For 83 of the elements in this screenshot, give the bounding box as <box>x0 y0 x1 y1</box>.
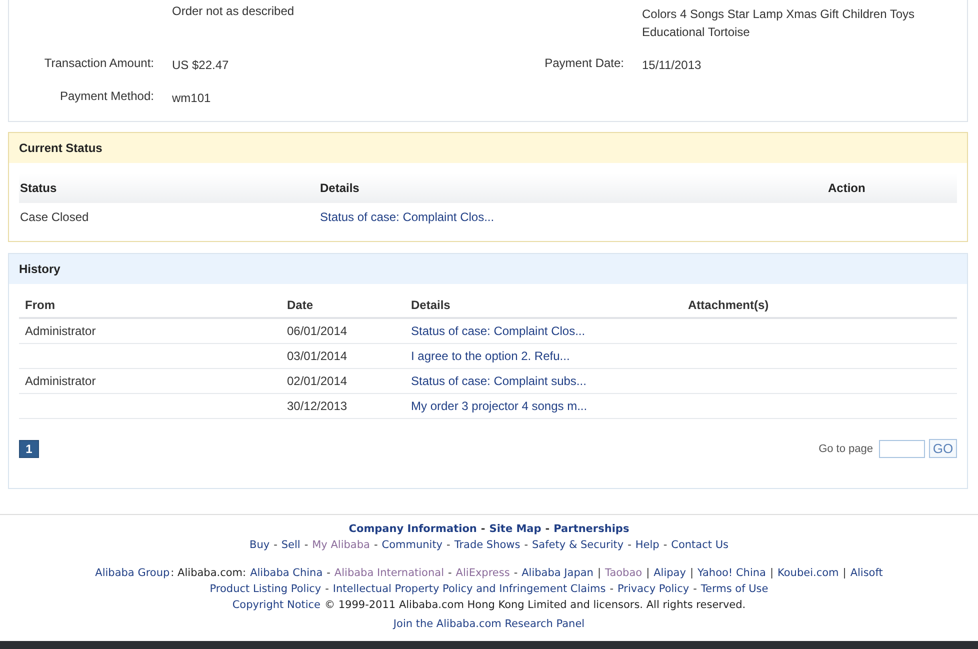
column-header: From <box>24 298 56 312</box>
footer-text: © 1999-2011 Alibaba.com Hong Kong Limited and licensors. All rights reserved. <box>324 598 746 613</box>
details-link[interactable]: Status of case: Complaint Clos... <box>320 210 828 224</box>
footer-link[interactable]: Alibaba Group <box>95 565 170 581</box>
field-value: Colors 4 Songs Star Lamp Xmas Gift Children Toys <box>642 6 915 23</box>
panel-title: History <box>19 262 60 276</box>
separator: | <box>597 566 602 581</box>
separator: - <box>514 566 518 581</box>
field-value: Educational Tortoise <box>642 24 751 41</box>
separator: - <box>326 566 330 581</box>
separator: | <box>842 566 846 581</box>
details-link[interactable]: Status of case: Complaint Clos... <box>411 324 586 338</box>
column-header: Attachment(s) <box>688 298 769 312</box>
footer-link[interactable]: Privacy Policy <box>618 581 690 597</box>
footer-link[interactable]: Alibaba International <box>334 565 444 581</box>
separator: | <box>646 566 650 581</box>
footer-link[interactable]: Trade Shows <box>454 537 520 553</box>
footer-link[interactable]: Taobao <box>605 565 642 581</box>
separator: - <box>610 582 614 597</box>
footer-link[interactable]: Safety & Security <box>532 537 624 553</box>
table-cell-text: 03/01/2014 <box>287 349 348 363</box>
go-button[interactable]: GO <box>929 439 957 458</box>
separator: | <box>770 566 774 581</box>
footer-link[interactable]: Buy <box>249 537 270 553</box>
table-cell: Administrator <box>25 324 96 338</box>
separator: - <box>446 538 450 553</box>
column-header: Details <box>411 298 452 312</box>
footer-link[interactable]: Join the Alibaba.com Research Panel <box>393 616 585 632</box>
footer-link[interactable]: Contact Us <box>671 537 728 553</box>
footer-link[interactable]: Sell <box>281 537 300 553</box>
field-label: Payment Method: <box>58 89 155 105</box>
field-value: Order not as described <box>172 5 294 20</box>
footer-link[interactable]: My Alibaba <box>312 537 370 553</box>
separator: - <box>663 538 668 553</box>
footer-link[interactable]: Copyright Notice <box>232 597 321 613</box>
column-header: Status <box>19 181 58 195</box>
table-cell-text: 30/12/2013 <box>287 399 348 413</box>
table-cell: Administrator <box>25 374 96 388</box>
separator: - <box>524 538 528 553</box>
footer-link[interactable]: Alibaba China <box>250 565 323 581</box>
details-link[interactable]: Status of case: Complaint subs... <box>411 374 586 388</box>
footer-link[interactable]: Terms of Use <box>700 581 768 597</box>
separator: - <box>274 538 278 553</box>
separator: - <box>448 566 452 581</box>
separator: - <box>304 538 308 553</box>
separator: | <box>690 566 694 581</box>
separator: - <box>628 538 632 553</box>
details-link[interactable]: I agree to the option 2. Refu... <box>411 349 570 363</box>
details-link[interactable]: My order 3 projector 4 songs m... <box>411 399 588 413</box>
footer-link[interactable]: Alibaba Japan <box>522 565 594 581</box>
footer-link[interactable]: Yahoo! China <box>698 565 766 581</box>
footer-link[interactable]: Help <box>635 537 660 553</box>
separator: - <box>374 538 378 553</box>
separator: - <box>693 582 697 597</box>
page-input[interactable] <box>879 440 925 458</box>
footer-text: : Alibaba.com: <box>170 566 246 581</box>
panel-title: Current Status <box>19 141 102 155</box>
separator: - <box>545 522 550 537</box>
column-header: Action <box>828 181 866 195</box>
footer-link[interactable]: Site Map <box>489 521 542 537</box>
footer-link[interactable]: Koubei.com <box>778 565 839 581</box>
table-cell-text: 02/01/2014 <box>287 374 348 388</box>
footer-link[interactable]: Alisoft <box>850 565 883 581</box>
separator: - <box>325 582 329 597</box>
separator: - <box>480 522 486 537</box>
field-label: Payment Date: <box>544 56 625 72</box>
field-value: 15/11/2013 <box>642 57 702 74</box>
footer-link[interactable]: Alipay <box>654 565 686 581</box>
field-value: wm101 <box>172 90 211 107</box>
footer-link[interactable]: Community <box>382 537 443 553</box>
field-value: US $22.47 <box>172 57 229 74</box>
footer-link[interactable]: AliExpress <box>456 565 510 581</box>
column-header: Details <box>320 181 360 195</box>
table-cell-text: Case Closed <box>19 210 90 224</box>
field-label: Transaction Amount: <box>43 56 155 72</box>
footer-link[interactable]: Intellectual Property Policy and Infringement Claims <box>332 581 606 597</box>
footer-link[interactable]: Product Listing Policy <box>210 581 322 597</box>
goto-label: Go to page <box>818 442 873 454</box>
column-header: Date <box>287 298 314 312</box>
footer-link[interactable]: Company Information <box>348 521 477 537</box>
page-button[interactable]: 1 <box>19 440 39 458</box>
footer-link[interactable]: Partnerships <box>554 521 630 537</box>
table-cell-text: 06/01/2014 <box>287 324 348 338</box>
